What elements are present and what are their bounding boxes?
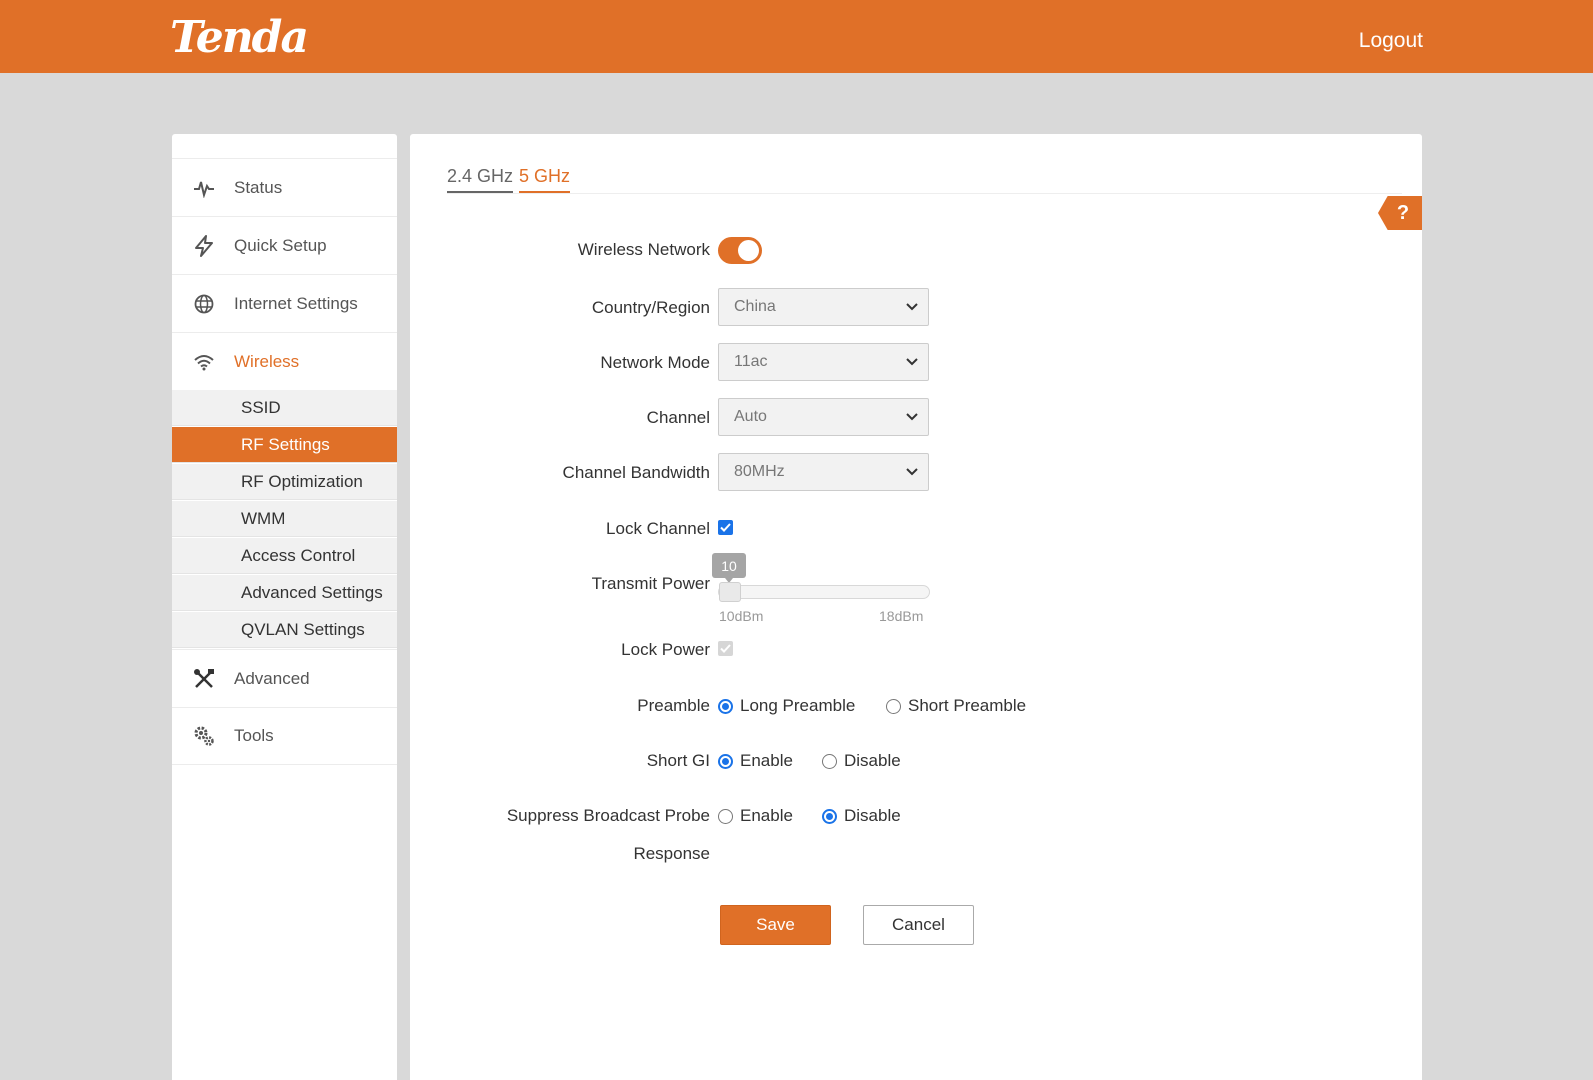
sidebar-item-label: Wireless	[234, 351, 300, 371]
channel-bandwidth-label: Channel Bandwidth	[562, 463, 710, 482]
help-button[interactable]: ?	[1378, 196, 1422, 230]
radio-dot	[822, 808, 837, 824]
network-mode-value: 11ac	[734, 353, 768, 370]
checkmark-icon	[720, 523, 731, 532]
short-gi-disable-radio[interactable]: Disable	[822, 751, 901, 771]
suppress-probe-disable-radio[interactable]: Disable	[822, 806, 901, 826]
gears-icon	[192, 724, 216, 748]
radio-label: Enable	[740, 751, 793, 770]
radio-label: Enable	[740, 806, 793, 825]
short-gi-enable-radio[interactable]: Enable	[718, 751, 793, 771]
suppress-probe-label: Suppress Broadcast Probe	[506, 806, 710, 825]
preamble-short-radio[interactable]: Short Preamble	[886, 696, 1026, 716]
sidebar-item-wireless[interactable]: Wireless	[172, 332, 397, 390]
preamble-long-radio[interactable]: Long Preamble	[718, 696, 855, 716]
chevron-down-icon	[906, 468, 918, 476]
channel-bandwidth-value: 80MHz	[734, 463, 785, 480]
lock-channel-label: Lock Channel	[606, 519, 710, 538]
radio-label: Short Preamble	[908, 696, 1027, 715]
sidebar-item-advanced[interactable]: Advanced	[172, 649, 397, 707]
sidebar-item-tools[interactable]: Tools	[172, 707, 397, 765]
preamble-label: Preamble	[637, 696, 710, 715]
pulse-icon	[192, 176, 216, 200]
logout-link[interactable]: Logout	[1359, 29, 1423, 53]
wifi-icon	[192, 350, 216, 374]
sidebar-item-label: Status	[234, 177, 283, 197]
radio-dot	[822, 753, 837, 769]
country-region-value: China	[734, 298, 776, 315]
sidebar-item-quick-setup[interactable]: Quick Setup	[172, 216, 397, 274]
sidebar: Status Quick Setup Internet Settings Wir…	[172, 134, 397, 1080]
short-gi-label: Short GI	[646, 751, 710, 770]
country-region-label: Country/Region	[591, 298, 710, 317]
sidebar-item-status[interactable]: Status	[172, 158, 397, 216]
sidebar-item-label: Advanced	[234, 668, 310, 688]
network-mode-label: Network Mode	[600, 353, 710, 372]
transmit-power-label: Transmit Power	[591, 574, 710, 593]
transmit-power-min-label: 10dBm	[719, 608, 764, 624]
channel-value: Auto	[734, 408, 767, 425]
chevron-down-icon	[906, 413, 918, 421]
toggle-knob	[738, 240, 759, 261]
sidebar-item-internet-settings[interactable]: Internet Settings	[172, 274, 397, 332]
save-button[interactable]: Save	[720, 905, 831, 945]
transmit-power-max-label: 18dBm	[879, 608, 924, 624]
tools-icon	[192, 667, 216, 691]
lock-power-checkbox[interactable]	[718, 641, 733, 656]
sidebar-subitem-access-control[interactable]: Access Control	[172, 538, 397, 574]
sidebar-subitem-ssid[interactable]: SSID	[172, 390, 397, 426]
radio-label: Disable	[844, 806, 901, 825]
radio-dot	[886, 698, 901, 714]
sidebar-subitem-wmm[interactable]: WMM	[172, 501, 397, 537]
radio-dot	[718, 753, 733, 769]
radio-dot	[718, 808, 733, 824]
transmit-power-slider-track[interactable]	[718, 585, 930, 599]
cancel-button[interactable]: Cancel	[863, 905, 974, 945]
tenda-logo: Tenda	[170, 12, 309, 63]
channel-label: Channel	[646, 408, 710, 427]
sidebar-item-label: Tools	[234, 726, 274, 745]
sidebar-subitem-rf-optimization[interactable]: RF Optimization	[172, 464, 397, 500]
lightning-icon	[192, 234, 216, 258]
sidebar-subitem-advanced-settings[interactable]: Advanced Settings	[172, 575, 397, 611]
sidebar-item-label: Internet Settings	[234, 293, 358, 313]
suppress-probe-enable-radio[interactable]: Enable	[718, 806, 793, 826]
band-tabs: 2.4 GHz 5 GHz	[447, 166, 1402, 194]
top-bar: Tenda Logout	[0, 0, 1593, 73]
sidebar-item-label: Quick Setup	[234, 235, 327, 255]
tab-2-4ghz[interactable]: 2.4 GHz	[447, 166, 514, 193]
radio-dot	[718, 698, 733, 714]
radio-label: Disable	[844, 751, 901, 770]
transmit-power-tooltip: 10	[712, 553, 746, 583]
radio-label: Long Preamble	[740, 696, 856, 715]
main-panel: 2.4 GHz 5 GHz ? Wireless Network Country…	[410, 134, 1422, 1080]
network-mode-select[interactable]: 11ac	[718, 343, 929, 381]
channel-bandwidth-select[interactable]: 80MHz	[718, 453, 929, 491]
chevron-down-icon	[906, 303, 918, 311]
sidebar-subitem-qvlan-settings[interactable]: QVLAN Settings	[172, 612, 397, 648]
wireless-network-label: Wireless Network	[577, 240, 710, 259]
sidebar-subitem-rf-settings[interactable]: RF Settings	[172, 427, 397, 463]
wireless-network-toggle[interactable]	[718, 237, 762, 264]
suppress-probe-label-line2: Response	[633, 844, 710, 863]
chevron-down-icon	[906, 358, 918, 366]
lock-power-label: Lock Power	[621, 640, 710, 659]
tab-5ghz[interactable]: 5 GHz	[519, 166, 571, 193]
checkmark-icon	[720, 644, 731, 653]
globe-icon	[192, 292, 216, 316]
channel-select[interactable]: Auto	[718, 398, 929, 436]
lock-channel-checkbox[interactable]	[718, 520, 733, 535]
transmit-power-slider-handle[interactable]	[719, 582, 741, 602]
country-region-select[interactable]: China	[718, 288, 929, 326]
